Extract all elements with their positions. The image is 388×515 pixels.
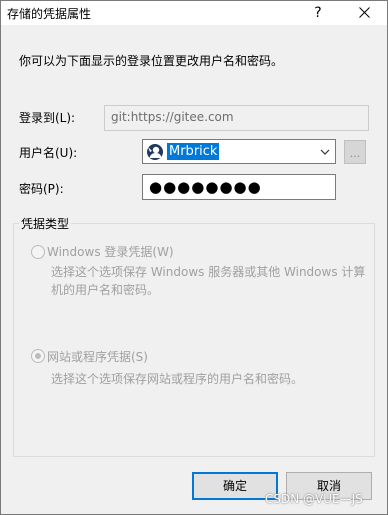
credential-properties-dialog: 存储的凭据属性 ? 你可以为下面显示的登录位置更改用户名和密码。 登录到(L):… (0, 0, 388, 515)
login-location-field: git:https://gitee.com (104, 105, 369, 131)
web-credential-description: 选择这个选项保存网站或程序的用户名和密码。 (51, 372, 304, 386)
windows-credential-description: 选择这个选项保存 Windows 服务器或其他 Windows 计算机的用户名和… (51, 265, 366, 297)
web-credential-radio[interactable] (31, 349, 45, 363)
user-account-icon (147, 144, 163, 160)
username-combobox[interactable]: Mrbrick (142, 139, 336, 164)
watermark: CSDN @VUE—JS (265, 492, 363, 506)
username-value[interactable]: Mrbrick (167, 143, 220, 160)
browse-button[interactable]: ... (344, 140, 366, 164)
web-credential-label[interactable]: 网站或程序凭据(S) (47, 348, 148, 365)
username-label: 用户名(U): (19, 146, 78, 160)
window-title: 存储的凭据属性 (7, 7, 92, 21)
close-icon (358, 7, 370, 18)
password-field[interactable]: ●●●●●●●● (142, 174, 336, 200)
login-label: 登录到(L): (19, 111, 76, 125)
password-label: 密码(P): (19, 182, 64, 196)
help-button[interactable]: ? (305, 3, 331, 23)
credential-type-title: 凭据类型 (19, 215, 72, 232)
windows-credential-radio[interactable] (31, 245, 45, 259)
close-button[interactable] (349, 2, 379, 24)
title-bar: 存储的凭据属性 ? (1, 1, 387, 25)
intro-text: 你可以为下面显示的登录位置更改用户名和密码。 (19, 54, 284, 68)
chevron-down-icon[interactable] (319, 146, 331, 158)
windows-credential-label[interactable]: Windows 登录凭据(W) (47, 243, 174, 260)
